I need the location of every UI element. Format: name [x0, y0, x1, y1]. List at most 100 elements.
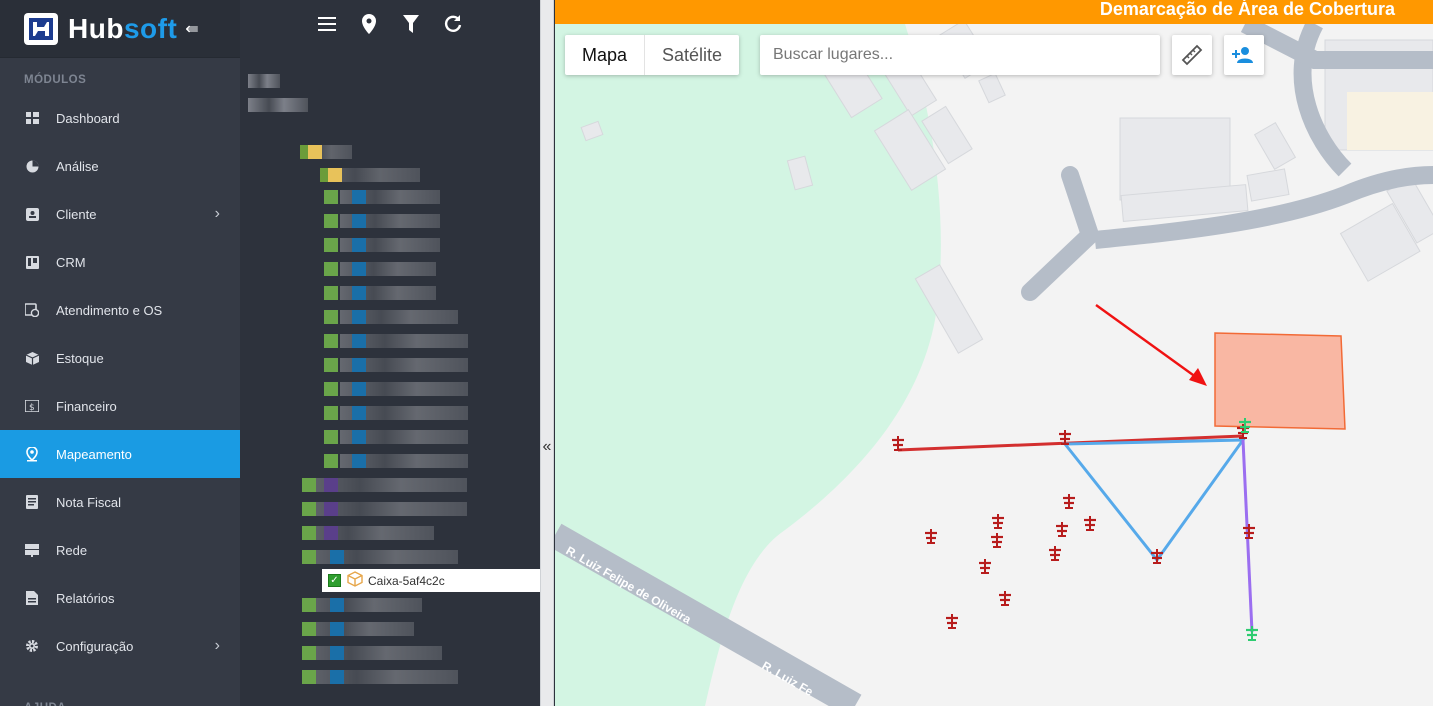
map-type-satellite-button[interactable]: Satélite	[645, 35, 739, 75]
collapse-panel-icon[interactable]: «	[541, 438, 553, 456]
pole-marker-icon[interactable]	[925, 529, 937, 544]
tree-node-icon	[302, 598, 316, 612]
checkbox-checked-icon[interactable]: ✓	[328, 574, 341, 587]
sidebar-item-nota-fiscal[interactable]: Nota Fiscal	[0, 478, 240, 526]
pole-marker-icon[interactable]	[1084, 516, 1096, 531]
pole-marker-icon[interactable]	[979, 559, 991, 574]
sidebar-item-configuracao[interactable]: Configuração ›	[0, 622, 240, 670]
chevron-right-icon: ›	[214, 637, 220, 654]
add-person-icon[interactable]	[1224, 35, 1264, 75]
tree-node-row[interactable]	[302, 526, 434, 540]
tree-node-icon	[330, 622, 344, 636]
sidebar-item-cliente[interactable]: Cliente ›	[0, 190, 240, 238]
tree-toolbar	[240, 0, 540, 48]
sidebar-item-atendimento[interactable]: Atendimento e OS	[0, 286, 240, 334]
sidebar-item-analise[interactable]: Análise	[0, 142, 240, 190]
svg-text:$: $	[29, 403, 35, 412]
tree-node-icon	[330, 550, 344, 564]
tree-node-icon	[302, 478, 316, 492]
pole-marker-icon[interactable]	[1246, 626, 1258, 641]
tree-node-row[interactable]	[302, 646, 442, 660]
tree-node-icon	[352, 262, 366, 276]
tree-node-icon	[324, 478, 338, 492]
pole-marker-icon[interactable]	[1063, 494, 1075, 509]
tree-node-icon	[308, 145, 322, 159]
tree-node-icon	[302, 526, 316, 540]
location-pin-icon[interactable]	[358, 13, 380, 35]
tree-node-icon	[324, 430, 338, 444]
sidebar-item-mapeamento[interactable]: Mapeamento	[0, 430, 240, 478]
pole-marker-icon[interactable]	[1056, 522, 1068, 537]
pole-marker-icon[interactable]	[946, 614, 958, 629]
tree-node-icon	[352, 382, 366, 396]
menu-icon[interactable]	[316, 13, 338, 35]
tree-node-icon	[352, 214, 366, 228]
pie-chart-icon	[24, 158, 40, 174]
pole-marker-icon[interactable]	[991, 533, 1003, 548]
tree-node-icon	[324, 502, 338, 516]
tree-node-icon	[352, 310, 366, 324]
tree-node-icon	[302, 670, 316, 684]
sidebar-item-label: Análise	[56, 158, 99, 174]
section-title-help: AJUDA	[0, 686, 90, 706]
pole-marker-icon[interactable]	[1049, 546, 1061, 561]
collapse-sidebar-icon[interactable]: ⇚	[185, 19, 198, 39]
tree-node-row[interactable]	[248, 98, 308, 112]
sidebar-item-label: CRM	[56, 254, 86, 270]
tree-node-icon	[352, 406, 366, 420]
sidebar-item-label: Nota Fiscal	[56, 494, 122, 510]
tree-node-icon	[324, 310, 338, 324]
tree-node-row[interactable]	[302, 598, 422, 612]
map-canvas[interactable]: R. Luiz Felipe de Oliveira R. Luiz Fe	[555, 0, 1433, 706]
sidebar: Hubsoft ⇚ MÓDULOS Dashboard Análise Clie…	[0, 0, 240, 706]
search-places-input[interactable]	[760, 35, 1160, 75]
pole-marker-icon[interactable]	[1243, 524, 1255, 539]
ruler-icon[interactable]	[1172, 35, 1212, 75]
panel-splitter[interactable]	[540, 0, 554, 706]
tree-node-icon	[324, 358, 338, 372]
tree-node-selected[interactable]: ✓ Caixa-5af4c2c	[322, 569, 540, 592]
filter-icon[interactable]	[400, 13, 422, 35]
logo-bar: Hubsoft ⇚	[0, 0, 240, 58]
tree-node-row[interactable]	[302, 622, 414, 636]
tree-node-icon	[302, 550, 316, 564]
pole-marker-icon[interactable]	[892, 436, 904, 451]
sidebar-item-financeiro[interactable]: $ Financeiro	[0, 382, 240, 430]
sidebar-item-crm[interactable]: CRM	[0, 238, 240, 286]
hubsoft-logo-icon	[24, 12, 58, 45]
tree-node-row[interactable]	[302, 550, 458, 564]
map-type-map-button[interactable]: Mapa	[565, 35, 646, 75]
sidebar-item-rede[interactable]: Rede	[0, 526, 240, 574]
sidebar-item-label: Mapeamento	[56, 446, 132, 462]
sidebar-item-relatorios[interactable]: Relatórios	[0, 574, 240, 622]
sidebar-item-dashboard[interactable]: Dashboard	[0, 94, 240, 142]
tree-node-icon	[330, 598, 344, 612]
map-pin-icon	[24, 446, 40, 462]
sidebar-item-label: Atendimento e OS	[56, 302, 163, 318]
tree-node-icon	[302, 646, 316, 660]
sidebar-item-estoque[interactable]: Estoque	[0, 334, 240, 382]
pole-marker-icon[interactable]	[992, 514, 1004, 529]
dashboard-icon	[24, 110, 40, 126]
tree-node-icon	[352, 454, 366, 468]
tree-node-icon	[352, 334, 366, 348]
tree-node-icon	[328, 168, 342, 182]
tree-node-icon	[324, 406, 338, 420]
gear-icon	[24, 638, 40, 654]
contact-card-icon	[24, 206, 40, 222]
tree-node-icon	[324, 262, 338, 276]
tree-node-row[interactable]	[302, 670, 458, 684]
server-icon	[24, 542, 40, 558]
pole-marker-icon[interactable]	[999, 591, 1011, 606]
tree-node-icon	[352, 430, 366, 444]
refresh-icon[interactable]	[442, 13, 464, 35]
tree-node-icon	[352, 358, 366, 372]
sidebar-item-label: Dashboard	[56, 110, 120, 126]
tree-node-icon	[324, 382, 338, 396]
map-view[interactable]: R. Luiz Felipe de Oliveira R. Luiz Fe De…	[555, 0, 1433, 706]
tree-node-icon	[324, 526, 338, 540]
coverage-area-polygon	[1214, 332, 1346, 430]
report-icon	[24, 590, 40, 606]
tree-node-icon	[324, 334, 338, 348]
tree-node-row[interactable]	[248, 74, 280, 88]
